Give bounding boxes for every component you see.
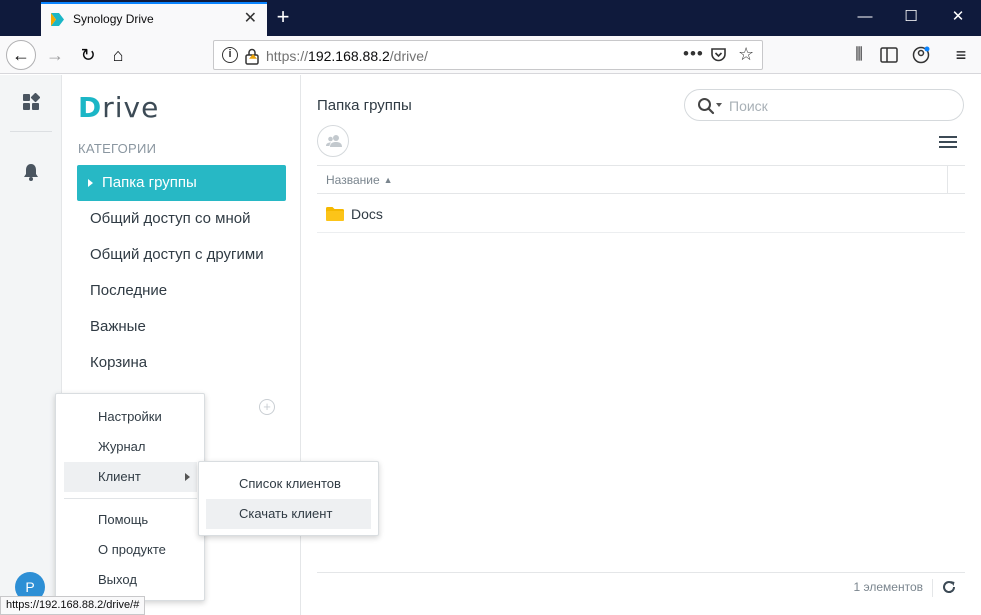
window-close-icon[interactable]: ✕ — [935, 0, 981, 34]
menu-item-log[interactable]: Журнал — [64, 432, 197, 462]
window-maximize-icon[interactable]: ☐ — [888, 0, 934, 34]
menu-item-client-label: Клиент — [98, 469, 141, 484]
share-users-button[interactable] — [317, 125, 349, 157]
user-menu: Настройки Журнал Клиент Помощь О продукт… — [55, 393, 205, 601]
tab-title: Synology Drive — [73, 12, 154, 26]
list-footer: 1 элементов — [317, 572, 965, 600]
refresh-icon[interactable] — [942, 580, 956, 594]
footer-divider — [932, 579, 933, 597]
search-box[interactable] — [684, 89, 964, 121]
search-options-caret-icon[interactable] — [716, 103, 722, 107]
menu-divider — [64, 498, 197, 499]
url-host: 192.168.88.2 — [308, 48, 390, 64]
sidebar-item-starred[interactable]: Важные — [77, 309, 286, 345]
add-circle-icon[interactable]: + — [259, 399, 275, 415]
sort-asc-icon: ▲ — [383, 175, 393, 185]
new-tab-plus-icon[interactable]: + — [272, 4, 294, 30]
bookmark-star-icon[interactable]: ☆ — [738, 44, 754, 65]
folder-icon — [326, 207, 344, 221]
item-count: 1 элементов — [853, 580, 923, 594]
reload-icon[interactable]: ↻ — [73, 40, 103, 70]
submenu-item-download-client[interactable]: Скачать клиент — [206, 499, 371, 529]
status-link-preview: https://192.168.88.2/drive/# — [0, 596, 146, 615]
search-icon[interactable] — [697, 97, 715, 115]
menu-item-help[interactable]: Помощь — [64, 505, 197, 535]
sidebar-item-trash[interactable]: Корзина — [77, 345, 286, 381]
search-input[interactable] — [729, 96, 949, 116]
categories-heading: КАТЕГОРИИ — [78, 141, 157, 156]
sidebar-item-recent[interactable]: Последние — [77, 273, 286, 309]
view-options-menu-icon[interactable] — [939, 135, 957, 149]
browser-navbar: ← → ↻ ⌂ i https://192.168.88.2/drive/ ••… — [0, 36, 981, 74]
main-panel: Папка группы Название▲ Docs 1 элементов — [301, 75, 981, 615]
table-header: Название ▲ — [317, 165, 965, 194]
column-name-label: Название — [326, 173, 380, 187]
site-info-icon[interactable]: i — [222, 47, 238, 63]
table-row[interactable]: Docs — [317, 195, 965, 233]
submenu-arrow-icon — [185, 473, 190, 481]
forward-arrow-icon[interactable]: → — [40, 40, 70, 70]
menu-item-about[interactable]: О продукте — [64, 535, 197, 565]
browser-titlebar: Synology Drive ✕ + — ☐ ✕ — [0, 0, 981, 36]
submenu-item-client-list[interactable]: Список клиентов — [206, 469, 371, 499]
home-icon[interactable]: ⌂ — [103, 40, 133, 70]
url-text[interactable]: https://192.168.88.2/drive/ — [266, 48, 428, 64]
notification-bell-icon[interactable] — [23, 163, 39, 181]
menu-item-settings[interactable]: Настройки — [64, 402, 197, 432]
apps-grid-icon[interactable] — [22, 93, 40, 111]
window-minimize-icon[interactable]: — — [842, 0, 888, 34]
browser-tab[interactable]: Synology Drive ✕ — [41, 2, 267, 36]
hamburger-menu-icon[interactable]: ≡ — [950, 44, 972, 66]
column-divider[interactable] — [947, 166, 948, 194]
menu-item-client[interactable]: Клиент — [64, 462, 197, 492]
column-header-name[interactable]: Название ▲ — [326, 173, 393, 187]
url-scheme: https:// — [266, 48, 309, 64]
sidebar-item-shared-with-others[interactable]: Общий доступ с другими — [77, 237, 286, 273]
users-icon — [326, 135, 342, 147]
row-name: Docs — [351, 206, 383, 222]
rail-divider — [10, 131, 52, 132]
sidebar-item-shared-with-me[interactable]: Общий доступ со мной — [77, 201, 286, 237]
page-actions-icon[interactable]: ••• — [683, 44, 704, 64]
account-icon[interactable] — [910, 44, 932, 66]
pocket-icon[interactable] — [710, 47, 727, 63]
sidebar-toggle-icon[interactable] — [878, 44, 900, 66]
url-path: /drive/ — [389, 48, 428, 64]
synology-drive-favicon — [51, 13, 64, 26]
sidebar-item-team-folder[interactable]: Папка группы — [77, 165, 286, 201]
client-submenu: Список клиентов Скачать клиент — [198, 461, 379, 536]
menu-item-logout[interactable]: Выход — [64, 565, 197, 595]
library-icon[interactable]: ⫼ — [848, 44, 870, 66]
lock-warning-icon[interactable] — [244, 47, 260, 65]
drive-logo: Drive — [78, 91, 160, 124]
tab-close-icon[interactable]: ✕ — [244, 10, 257, 28]
url-bar[interactable]: i https://192.168.88.2/drive/ ••• ☆ — [213, 40, 763, 70]
page-title: Папка группы — [317, 97, 412, 114]
app-left-rail: P — [0, 75, 62, 615]
back-arrow-icon[interactable]: ← — [6, 40, 36, 70]
